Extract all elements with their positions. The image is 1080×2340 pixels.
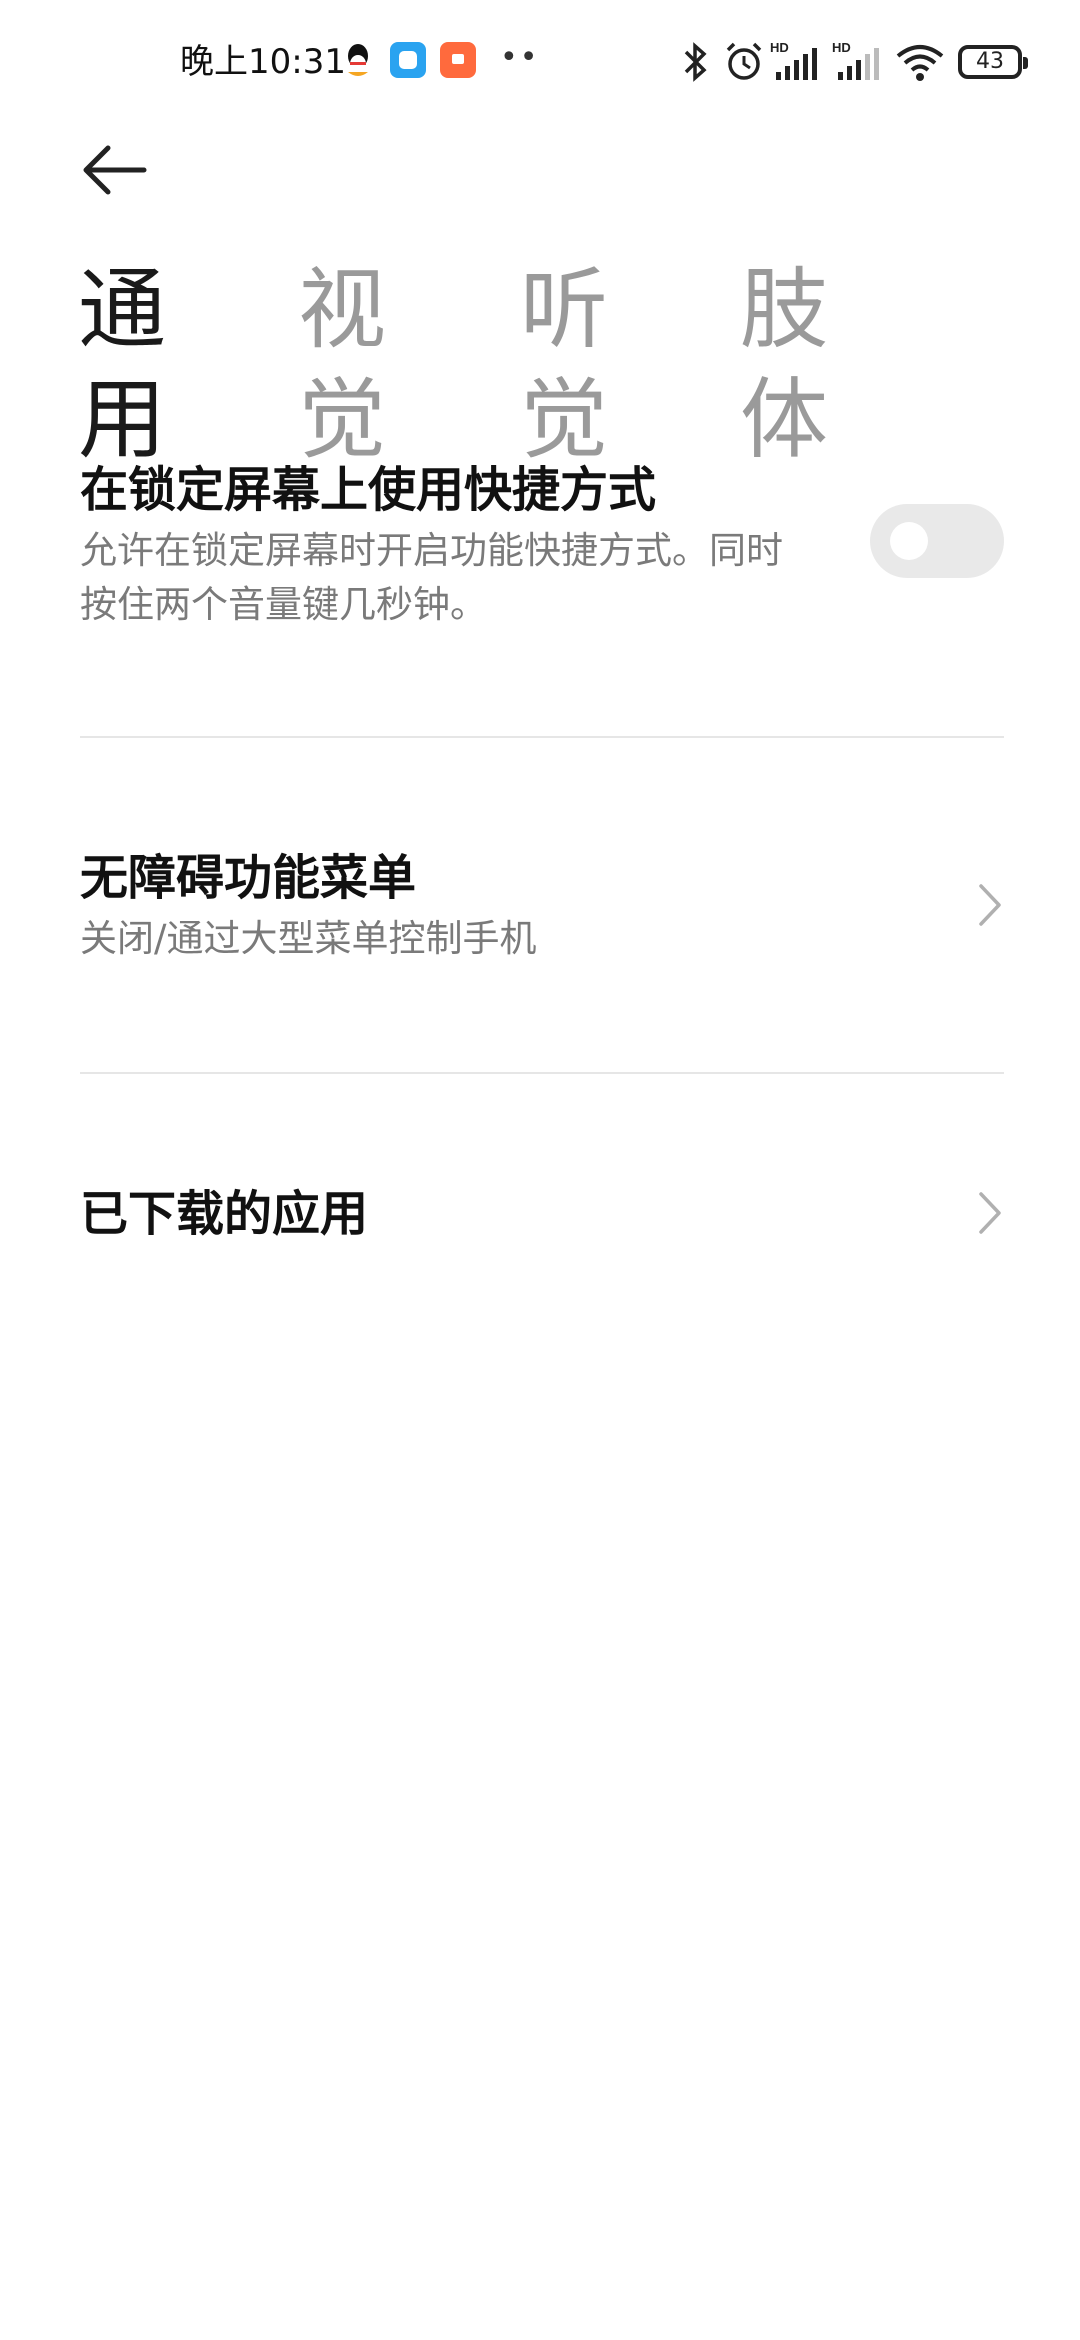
toggle-knob: [890, 522, 928, 560]
battery-icon: 43: [958, 45, 1028, 79]
wifi-icon: [895, 40, 945, 88]
divider: [80, 1072, 1004, 1074]
lock-screen-shortcut-desc-line1: 允许在锁定屏幕时开启功能快捷方式。同时: [80, 529, 783, 572]
status-time: 晚上10:31: [180, 42, 346, 82]
accessibility-menu-title: 无障碍功能菜单: [80, 850, 417, 906]
accessibility-menu-setting[interactable]: 无障碍功能菜单 关闭/通过大型菜单控制手机: [80, 846, 1004, 966]
lock-screen-shortcut-setting[interactable]: 在锁定屏幕上使用快捷方式 允许在锁定屏幕时开启功能快捷方式。同时 按住两个音量键…: [80, 458, 860, 632]
app-notification-icon: [390, 42, 426, 78]
tab-physical[interactable]: 肢体: [740, 255, 828, 475]
tab-vision[interactable]: 视觉: [298, 255, 386, 475]
lock-screen-shortcut-desc-line2: 按住两个音量键几秒钟。: [80, 583, 487, 626]
bluetooth-icon: [680, 40, 710, 88]
chevron-right-icon: [975, 880, 1005, 930]
alarm-icon: [722, 40, 766, 88]
shop-notification-icon: [440, 42, 476, 78]
more-notifications-icon: ••: [500, 40, 540, 75]
tab-general[interactable]: 通用: [78, 255, 166, 475]
downloaded-apps-title: 已下载的应用: [80, 1186, 369, 1242]
svg-text:HD: HD: [770, 40, 789, 55]
signal-hd-2-icon: HD: [832, 40, 888, 88]
tab-hearing[interactable]: 听觉: [520, 255, 608, 475]
chevron-right-icon: [975, 1188, 1005, 1238]
status-bar: 晚上10:31 •• HD HD 43: [0, 0, 1080, 120]
qq-notification-icon: [340, 42, 376, 78]
svg-text:HD: HD: [832, 40, 851, 55]
divider: [80, 736, 1004, 738]
back-arrow-icon: [83, 145, 147, 195]
back-button[interactable]: [80, 140, 160, 200]
lock-screen-shortcut-toggle[interactable]: [870, 504, 1004, 578]
signal-hd-1-icon: HD: [770, 40, 826, 88]
accessibility-menu-desc: 关闭/通过大型菜单控制手机: [80, 917, 537, 960]
lock-screen-shortcut-title: 在锁定屏幕上使用快捷方式: [80, 462, 657, 518]
downloaded-apps-setting[interactable]: 已下载的应用: [80, 1182, 1004, 1246]
